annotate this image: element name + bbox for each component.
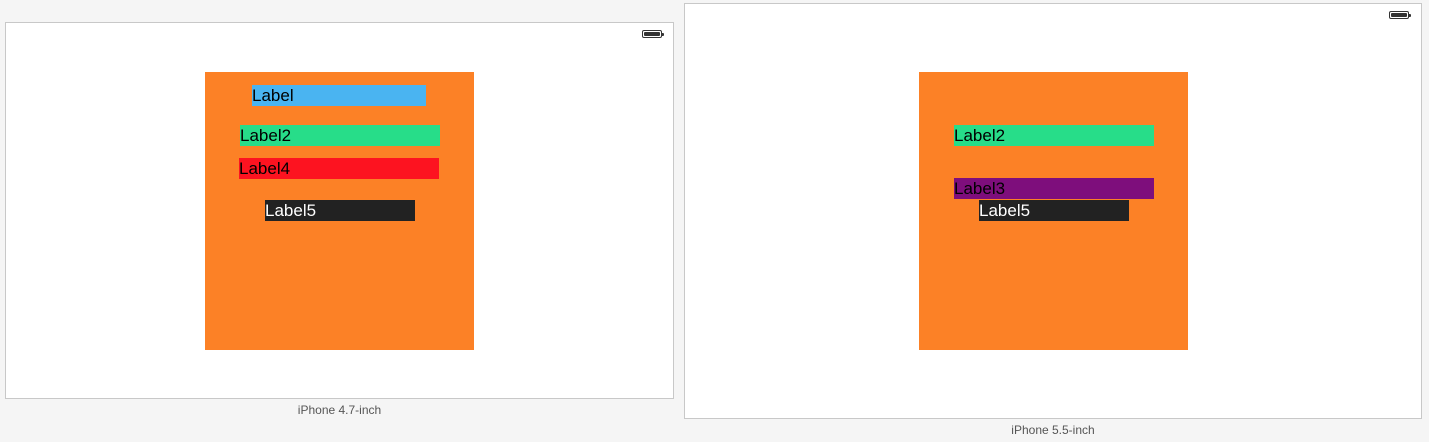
label5-dark[interactable]: Label5 [265,200,415,221]
label5-dark[interactable]: Label5 [979,200,1129,221]
device-caption: iPhone 5.5-inch [1011,423,1095,437]
label4-red[interactable]: Label4 [239,158,439,179]
orange-container-view[interactable]: Label2 Label3 Label5 [919,72,1188,350]
device-preview-iphone-4-7: Label Label2 Label4 Label5 [5,22,674,399]
orange-container-view[interactable]: Label Label2 Label4 Label5 [205,72,474,350]
battery-icon [1389,11,1411,19]
battery-icon [642,30,664,38]
label2-green[interactable]: Label2 [240,125,440,146]
label3-purple[interactable]: Label3 [954,178,1154,199]
device-preview-iphone-5-5: Label2 Label3 Label5 [684,3,1422,419]
device-caption: iPhone 4.7-inch [297,403,382,417]
label-blue[interactable]: Label [252,85,426,106]
label2-green[interactable]: Label2 [954,125,1154,146]
